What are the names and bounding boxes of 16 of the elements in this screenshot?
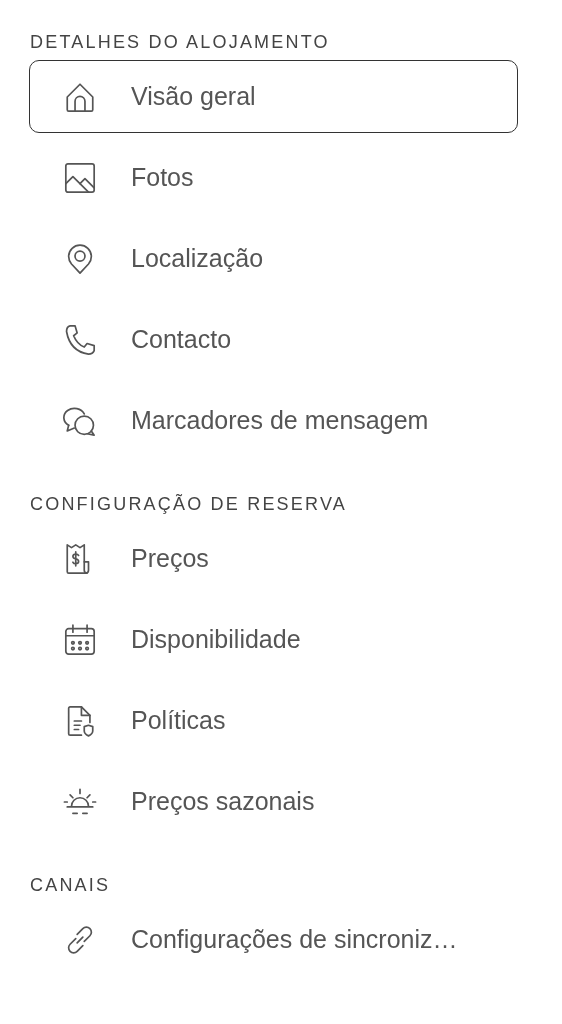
nav-item[interactable]: Disponibilidade — [29, 603, 518, 676]
nav-item[interactable]: Fotos — [29, 141, 518, 214]
nav-item[interactable]: Preços sazonais — [29, 765, 518, 838]
nav-item[interactable]: Preços — [29, 522, 518, 595]
nav-item[interactable]: Contacto — [29, 303, 518, 376]
nav-item[interactable]: Marcadores de mensagem — [29, 384, 518, 457]
nav-item[interactable]: Políticas — [29, 684, 518, 757]
nav-item[interactable]: Configurações de sincroniz… — [29, 903, 518, 976]
section-heading: DETALHES DO ALOJAMENTO — [29, 31, 331, 54]
calendar-icon — [63, 622, 97, 657]
nav-item[interactable]: Visão geral — [29, 60, 518, 133]
phone-icon — [63, 322, 97, 357]
image-icon — [63, 160, 97, 195]
nav-item[interactable]: Localização — [29, 222, 518, 295]
section-heading: CANAIS — [29, 874, 112, 897]
section-heading: CONFIGURAÇÃO DE RESERVA — [29, 493, 348, 516]
